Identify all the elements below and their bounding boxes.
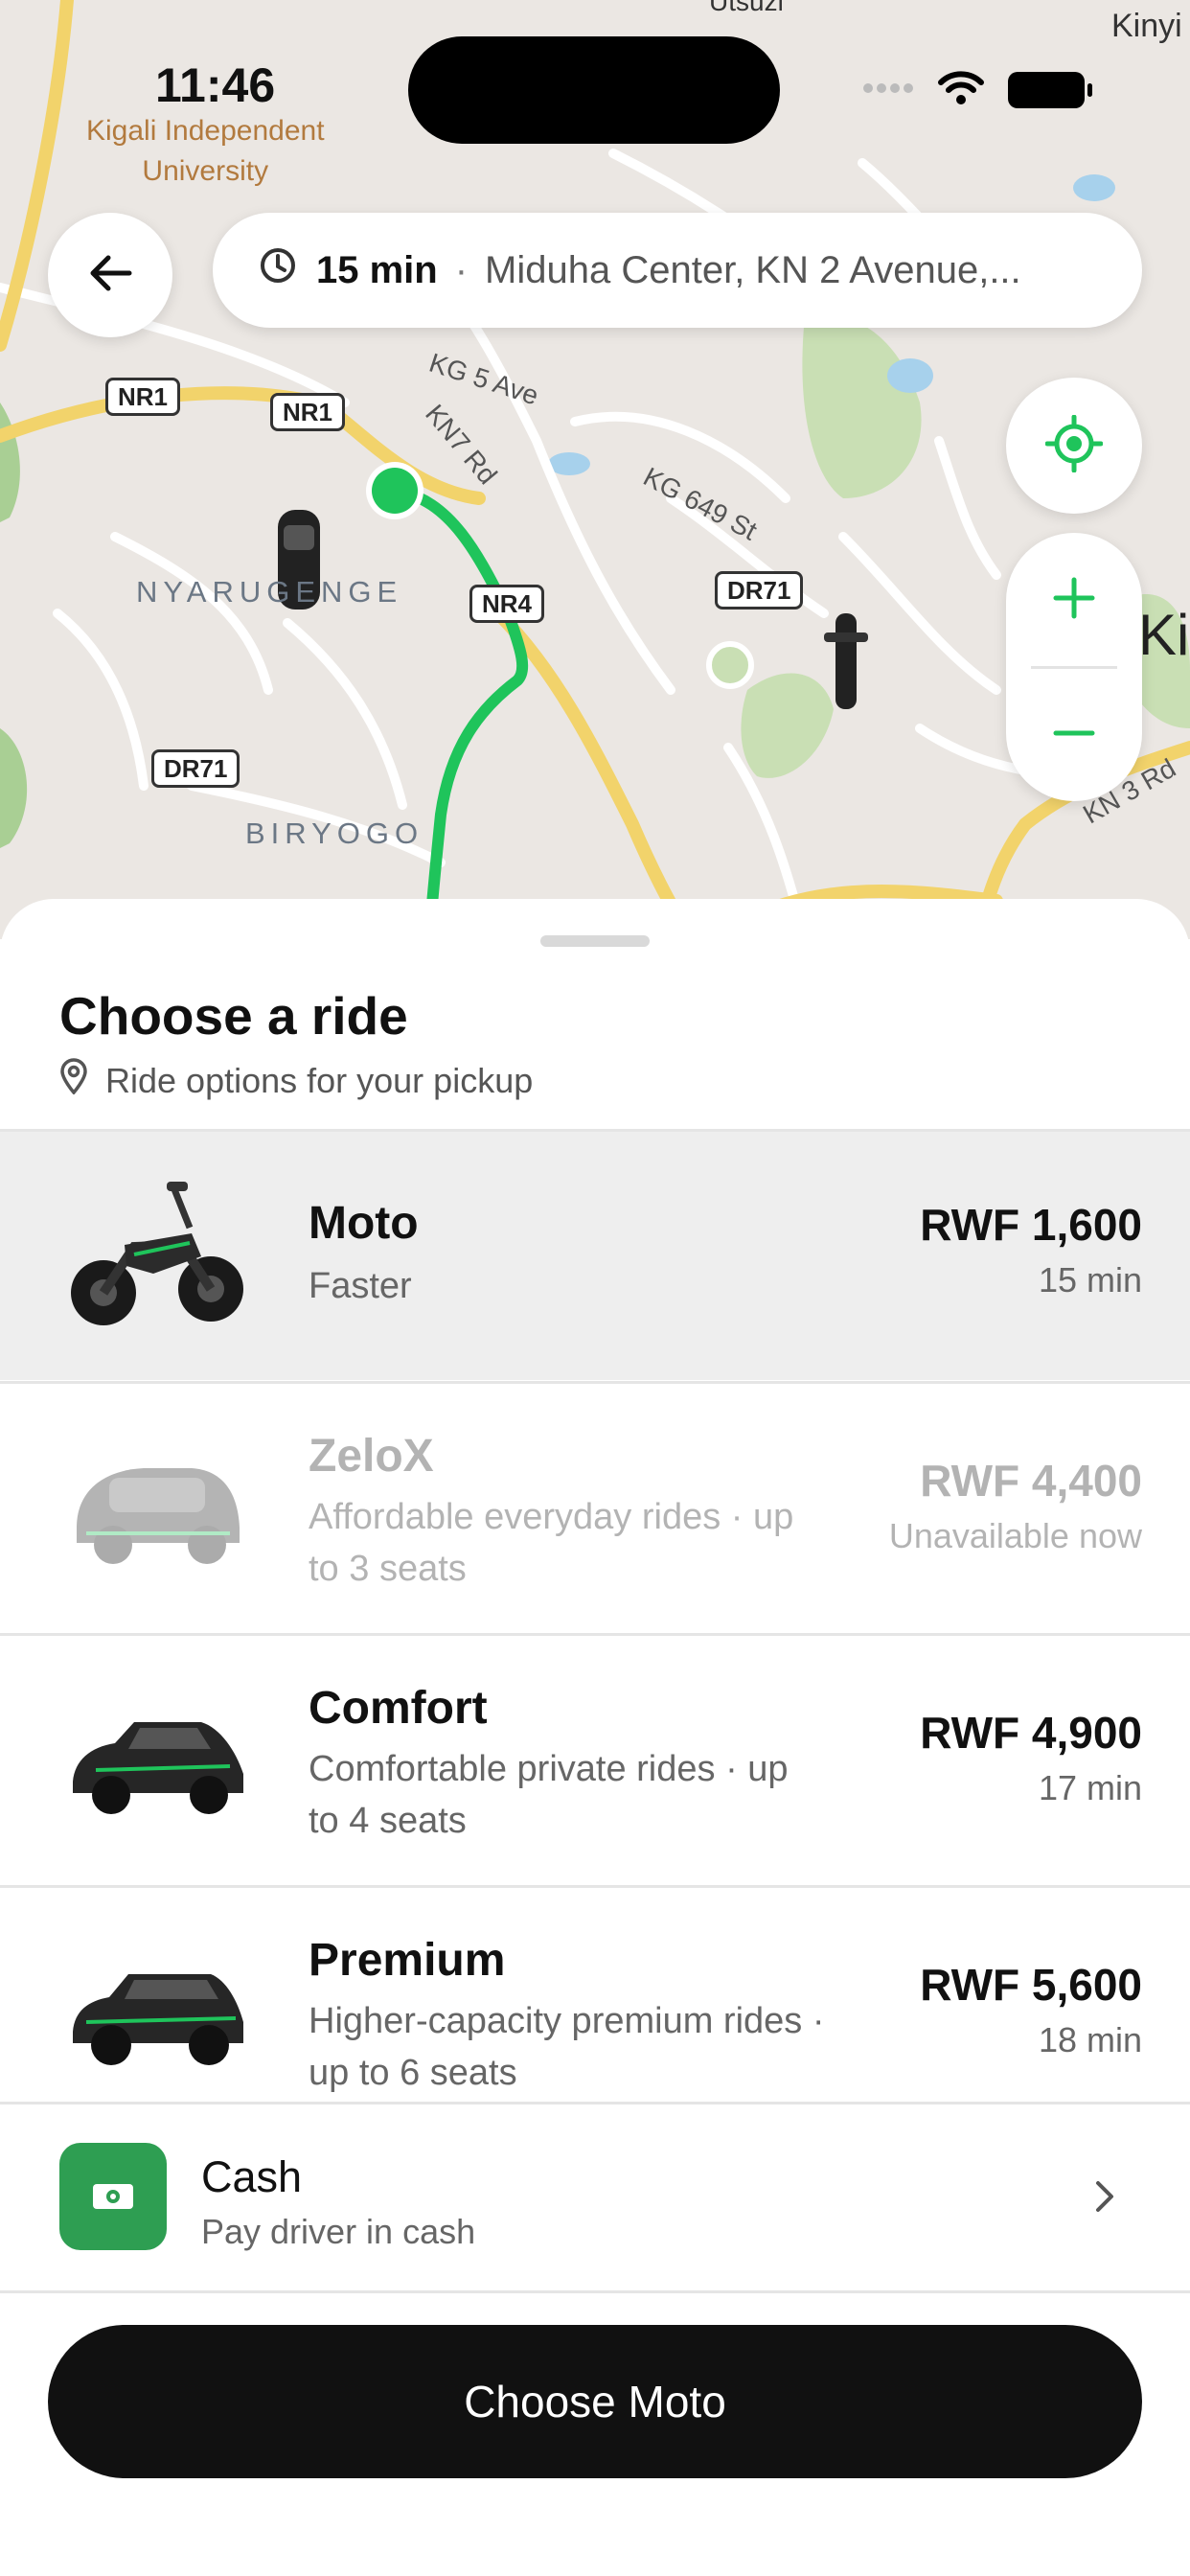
road-shield-nr1: NR1 xyxy=(105,378,181,416)
sheet-title: Choose a ride xyxy=(59,986,408,1046)
payment-subtitle: Pay driver in cash xyxy=(201,2212,476,2251)
area-label-right: Ki xyxy=(1138,603,1190,667)
ride-price: RWF 4,400 xyxy=(920,1456,1142,1506)
road-shield-nr4: NR4 xyxy=(469,585,545,623)
ride-option-premium[interactable]: Premium Higher-capacity premium rides · … xyxy=(0,1885,1190,2136)
ride-eta: 15 min xyxy=(1038,1260,1142,1300)
battery-icon xyxy=(1008,71,1092,108)
trip-summary-pill[interactable]: 15 min · Miduha Center, KN 2 Avenue,... xyxy=(213,213,1142,328)
poi-label: Kigali Independent University xyxy=(86,111,325,192)
chevron-right-icon xyxy=(1094,2179,1115,2219)
map-label-top: Utsuzi xyxy=(709,0,784,16)
zoom-out-button[interactable] xyxy=(1006,667,1142,801)
payment-method-row[interactable]: Cash Pay driver in cash xyxy=(0,2102,1190,2293)
wifi-icon xyxy=(937,69,985,110)
signal-icon xyxy=(862,81,914,99)
ride-availability: Unavailable now xyxy=(888,1516,1142,1555)
trip-destination: Miduha Center, KN 2 Avenue,... xyxy=(485,248,1021,291)
clock-icon xyxy=(259,246,297,294)
cash-icon xyxy=(59,2143,167,2250)
ride-price: RWF 4,900 xyxy=(920,1708,1142,1758)
ride-sheet: Choose a ride Ride options for your pick… xyxy=(0,899,1190,2576)
ride-option-moto[interactable]: Moto Faster RWF 1,600 15 min xyxy=(0,1129,1190,1380)
road-shield-dr71: DR71 xyxy=(151,749,240,788)
back-button[interactable] xyxy=(48,213,172,337)
ride-eta: 18 min xyxy=(1038,2020,1142,2059)
ride-name: ZeloX xyxy=(309,1431,434,1482)
motorcycle-icon xyxy=(67,1170,249,1343)
sheet-subtitle-text: Ride options for your pickup xyxy=(105,1060,534,1100)
ride-name: Comfort xyxy=(309,1683,488,1734)
locate-me-button[interactable] xyxy=(1006,378,1142,514)
ride-option-zelox: ZeloX Affordable everyday rides · up to … xyxy=(0,1381,1190,1632)
ride-description: Comfortable private rides · up to 4 seat… xyxy=(309,1749,789,1841)
status-time: 11:46 xyxy=(155,58,276,112)
ride-description: Faster xyxy=(309,1266,412,1306)
area-label-nyarugenge: NYARUGENGE xyxy=(136,575,403,609)
ride-option-comfort[interactable]: Comfort Comfortable private rides · up t… xyxy=(0,1633,1190,1884)
hatchback-icon xyxy=(67,1674,249,1847)
sheet-subtitle: Ride options for your pickup xyxy=(59,1058,533,1103)
trip-eta: 15 min xyxy=(316,248,438,291)
minus-icon xyxy=(1052,725,1096,743)
area-label-biryogo: BIRYOGO xyxy=(245,816,424,850)
ride-name: Moto xyxy=(309,1198,419,1249)
road-shield-nr1: NR1 xyxy=(270,393,346,431)
crosshair-icon xyxy=(1044,414,1104,477)
zoom-control xyxy=(1006,533,1142,801)
location-pin-icon xyxy=(59,1058,88,1103)
plus-icon xyxy=(1052,576,1096,625)
ride-description: Affordable everyday rides · up to 3 seat… xyxy=(309,1497,794,1589)
small-car-icon xyxy=(67,1422,249,1595)
sheet-drag-handle[interactable] xyxy=(540,935,650,947)
choose-ride-button[interactable]: Choose Moto xyxy=(48,2325,1142,2478)
status-icons xyxy=(862,69,1092,110)
ride-name: Premium xyxy=(309,1935,506,1986)
ride-description: Higher-capacity premium rides · up to 6 … xyxy=(309,2001,825,2093)
zoom-in-button[interactable] xyxy=(1006,533,1142,667)
poi-label-line1: Kigali Independent xyxy=(86,115,325,147)
payment-title: Cash xyxy=(201,2152,303,2201)
arrow-left-icon xyxy=(87,254,133,297)
separator: · xyxy=(454,248,469,291)
road-shield-dr71: DR71 xyxy=(715,571,804,610)
dynamic-island xyxy=(408,36,780,144)
suv-icon xyxy=(67,1926,249,2099)
ride-price: RWF 1,600 xyxy=(920,1200,1142,1250)
ride-eta: 17 min xyxy=(1038,1768,1142,1807)
poi-label-line2: University xyxy=(142,155,269,187)
map-label-top-right: Kinyi xyxy=(1111,8,1182,44)
ride-price: RWF 5,600 xyxy=(920,1960,1142,2010)
map-view[interactable]: Kigali Independent University Utsuzi Kin… xyxy=(0,0,1190,939)
